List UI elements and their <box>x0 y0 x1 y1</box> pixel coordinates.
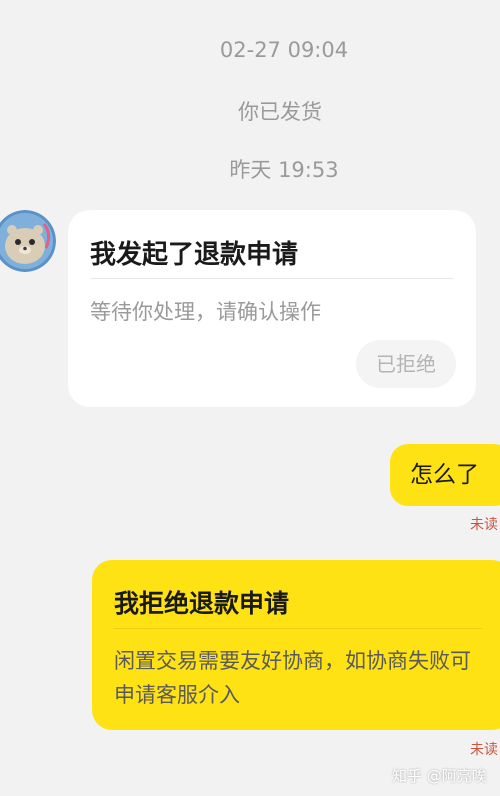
reject-refund-body: 闲置交易需要友好协商，如协商失败可申请客服介入 <box>114 649 471 707</box>
card-divider <box>114 628 482 629</box>
refund-request-subtitle: 等待你处理，请确认操作 <box>90 300 321 324</box>
message-bubble[interactable]: 怎么了 <box>390 444 500 506</box>
refused-status-button[interactable]: 已拒绝 <box>356 340 456 388</box>
timestamp-1: 02-27 09:04 <box>219 38 349 62</box>
timestamp-2: 昨天 19:53 <box>229 158 339 182</box>
card-divider <box>90 278 454 279</box>
reject-refund-title: 我拒绝退款申请 <box>114 589 290 618</box>
refund-request-card[interactable]: 我发起了退款申请 等待你处理，请确认操作 已拒绝 <box>68 210 476 407</box>
seal-avatar-icon[interactable] <box>0 210 56 272</box>
unread-label: 未读 <box>470 742 498 758</box>
system-message-shipped: 你已发货 <box>238 100 322 124</box>
reject-refund-card[interactable]: 我拒绝退款申请 闲置交易需要友好协商，如协商失败可申请客服介入 <box>92 560 500 730</box>
refund-request-title: 我发起了退款申请 <box>90 240 299 270</box>
unread-label: 未读 <box>470 517 498 533</box>
watermark: 知乎 @阿亮唉 <box>392 767 487 785</box>
